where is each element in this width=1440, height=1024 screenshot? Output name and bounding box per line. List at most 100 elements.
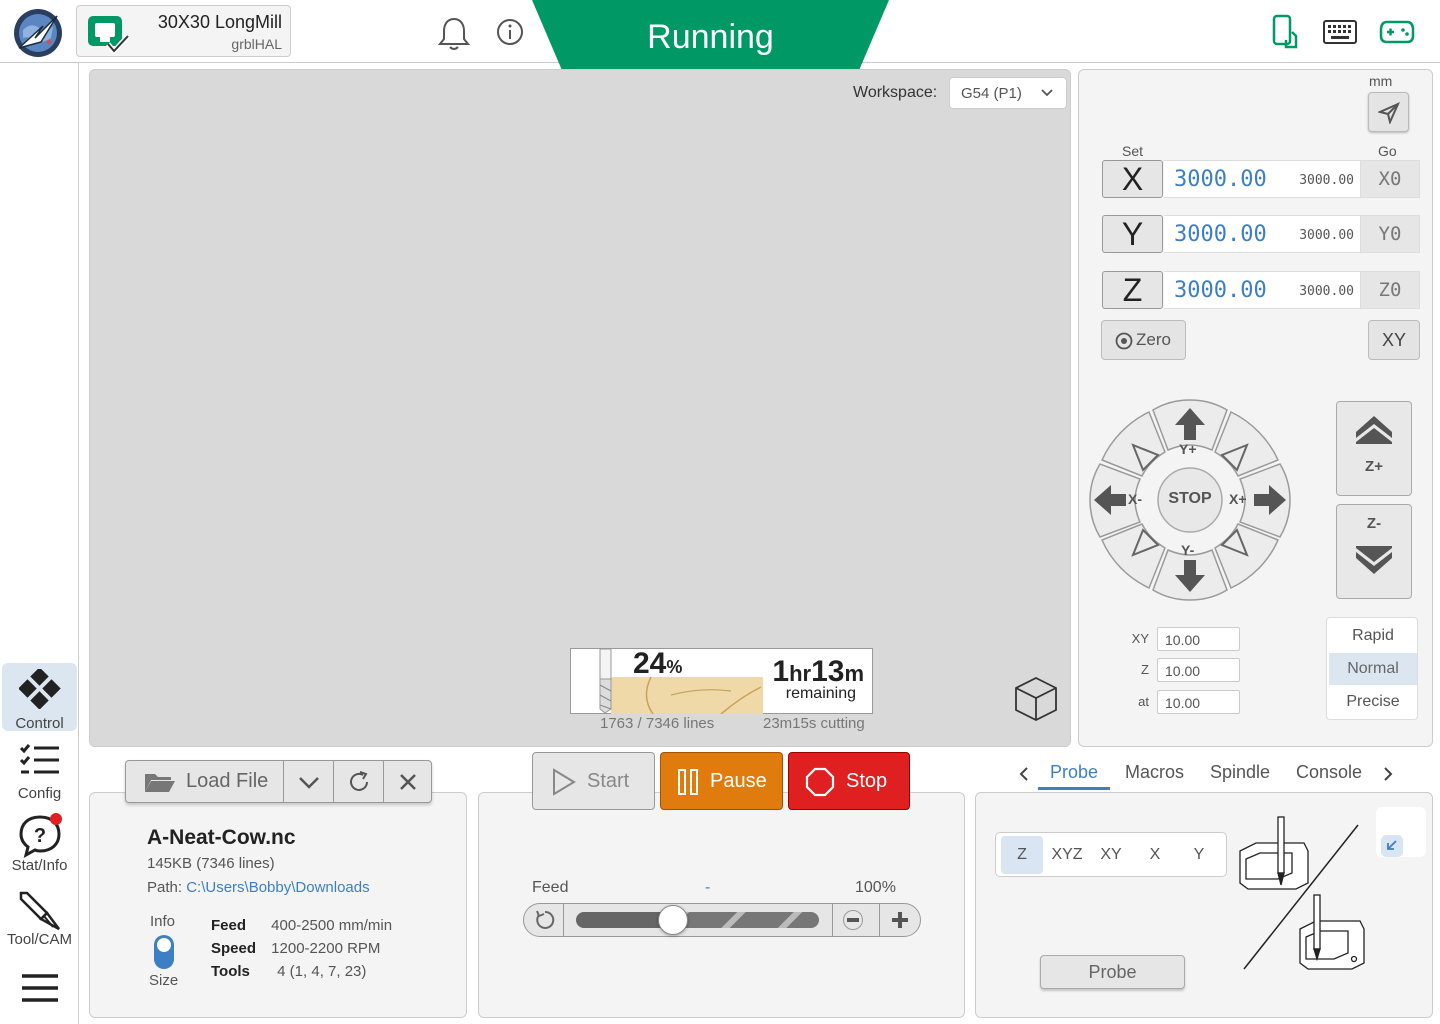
config-list-icon: [19, 744, 59, 774]
set-y-button[interactable]: Y: [1102, 215, 1163, 253]
file-path-link[interactable]: C:\Users\Bobby\Downloads: [186, 879, 369, 896]
feed-dash: -: [705, 879, 711, 896]
x-work-position: 3000.00: [1174, 167, 1267, 192]
send-icon: [1378, 102, 1400, 124]
close-file-button[interactable]: [384, 761, 431, 802]
chevron-down-icon: [1041, 89, 1053, 97]
feed-decrease-button[interactable]: [832, 904, 872, 936]
tab-console[interactable]: Console: [1296, 762, 1362, 783]
go-xy-button[interactable]: XY: [1368, 320, 1420, 360]
zero-all-button[interactable]: Zero: [1101, 320, 1186, 360]
x-machine-position: 3000.00: [1299, 173, 1354, 188]
feed-override-control: [523, 903, 921, 937]
sidebar-item-label: Stat/Info: [11, 857, 68, 874]
info-icon[interactable]: [494, 16, 526, 48]
probe-mode-y[interactable]: Y: [1178, 836, 1220, 874]
z-position[interactable]: 3000.00 3000.00: [1164, 271, 1360, 309]
jog-x-minus-y-minus[interactable]: [1101, 523, 1166, 590]
hamburger-icon[interactable]: [20, 973, 60, 1003]
reload-file-button[interactable]: [334, 761, 384, 802]
probe-mode-x[interactable]: X: [1134, 836, 1176, 874]
feed-increase-button[interactable]: [879, 904, 919, 936]
go-x0-button[interactable]: X0: [1360, 160, 1420, 198]
workspace-select[interactable]: G54 (P1): [949, 77, 1067, 109]
set-x-button[interactable]: X: [1102, 160, 1163, 198]
remaining-label: remaining: [785, 685, 856, 702]
feed-reset-button[interactable]: [524, 904, 564, 936]
probe-mode-z[interactable]: Z: [1001, 836, 1043, 874]
plus-icon: [892, 912, 908, 928]
x-position[interactable]: 3000.00 3000.00: [1164, 160, 1360, 198]
view-cube-icon[interactable]: [1013, 675, 1059, 723]
machine-selector[interactable]: 30X30 LongMill grblHAL: [76, 5, 291, 57]
feed-override-panel: Feed - 100%: [478, 792, 965, 1018]
tab-spindle[interactable]: Spindle: [1210, 762, 1270, 783]
jog-stop-label: STOP: [1168, 490, 1212, 507]
chevron-down-icon: [299, 777, 319, 789]
endmill-icon: [19, 891, 60, 931]
feed-slider-thumb[interactable]: [658, 905, 688, 935]
jog-x-plus-y-minus[interactable]: [1214, 523, 1279, 590]
speed-precise[interactable]: Precise: [1329, 686, 1417, 718]
chevron-right-icon[interactable]: [1382, 766, 1394, 782]
tab-macros[interactable]: Macros: [1125, 762, 1184, 783]
control-icon: [17, 667, 61, 710]
start-button[interactable]: Start: [532, 752, 655, 810]
file-tools-row: Tools 4 (1, 4, 7, 23): [211, 963, 367, 980]
file-name: A-Neat-Cow.nc: [147, 826, 296, 849]
sidebar-item-config[interactable]: Config: [2, 743, 77, 803]
job-progress: 24% 1hr13m remaining: [570, 647, 873, 714]
y-position[interactable]: 3000.00 3000.00: [1164, 215, 1360, 253]
progress-percent: 24%: [633, 647, 683, 680]
pause-button[interactable]: Pause: [660, 752, 783, 810]
goto-button[interactable]: [1368, 92, 1409, 132]
y-plus-label: Y+: [1179, 441, 1197, 457]
step-z-input[interactable]: 10.00: [1157, 658, 1240, 682]
gamepad-icon[interactable]: [1379, 18, 1415, 46]
stop-button[interactable]: Stop: [788, 752, 910, 810]
minus-icon: [843, 910, 863, 930]
probe-mode-xy[interactable]: XY: [1090, 836, 1132, 874]
load-file-button[interactable]: Load File: [126, 761, 284, 802]
file-speed-row: Speed 1200-2200 RPM: [211, 940, 381, 957]
bell-icon[interactable]: [437, 16, 471, 52]
tab-probe[interactable]: Probe: [1038, 762, 1111, 790]
time-remaining: 1hr13m: [772, 655, 864, 688]
keyboard-icon[interactable]: [1322, 18, 1358, 46]
go-z0-button[interactable]: Z0: [1360, 271, 1420, 309]
set-z-button[interactable]: Z: [1102, 271, 1163, 309]
probe-button[interactable]: Probe: [1040, 955, 1185, 989]
probe-expand-button[interactable]: [1376, 807, 1426, 857]
file-feed-row: Feed 400-2500 mm/min: [211, 917, 393, 934]
help-bubble-icon: ?: [18, 813, 62, 858]
jog-speed-selector: Rapid Normal Precise: [1326, 617, 1418, 720]
info-size-toggle[interactable]: [154, 935, 174, 969]
chevron-up-icon: [1356, 416, 1392, 444]
chevron-left-icon[interactable]: [1018, 766, 1030, 782]
speed-normal[interactable]: Normal: [1329, 653, 1417, 685]
sidebar-item-stat-info[interactable]: ? Stat/Info: [2, 813, 77, 879]
sidebar-item-label: Control: [15, 715, 64, 732]
gcode-visualizer[interactable]: Workspace: G54 (P1) 24% 1hr13m remaining…: [89, 69, 1071, 747]
recent-files-button[interactable]: [284, 761, 334, 802]
sidebar-item-tool-cam[interactable]: Tool/CAM: [2, 889, 77, 955]
jog-wheel: Y+ Y- X- X+ STOP: [1088, 398, 1292, 607]
arrow-down-left-icon: [1381, 835, 1403, 857]
phone-remote-icon[interactable]: [1268, 14, 1300, 50]
sidebar-item-control[interactable]: Control: [2, 663, 77, 732]
feed-slider-track[interactable]: [576, 912, 819, 928]
step-xy-input[interactable]: 10.00: [1157, 627, 1240, 651]
axis-row-x: X 3000.00 3000.00 X0: [1102, 160, 1420, 198]
feed-label: Feed: [532, 879, 569, 896]
jog-feed-input[interactable]: 10.00: [1157, 690, 1240, 714]
speed-rapid[interactable]: Rapid: [1329, 620, 1417, 652]
app-logo-icon[interactable]: [13, 8, 63, 58]
jog-z-minus-button[interactable]: Z-: [1336, 504, 1412, 599]
jog-x-plus-y-plus[interactable]: [1214, 410, 1280, 477]
probe-mode-xyz[interactable]: XYZ: [1046, 836, 1088, 874]
go-y0-button[interactable]: Y0: [1360, 215, 1420, 253]
jog-x-minus-y-plus[interactable]: [1100, 410, 1166, 477]
probe-mode-selector: Z XYZ XY X Y: [995, 832, 1227, 877]
file-toolbar: Load File: [125, 760, 432, 803]
jog-z-plus-button[interactable]: Z+: [1336, 401, 1412, 496]
